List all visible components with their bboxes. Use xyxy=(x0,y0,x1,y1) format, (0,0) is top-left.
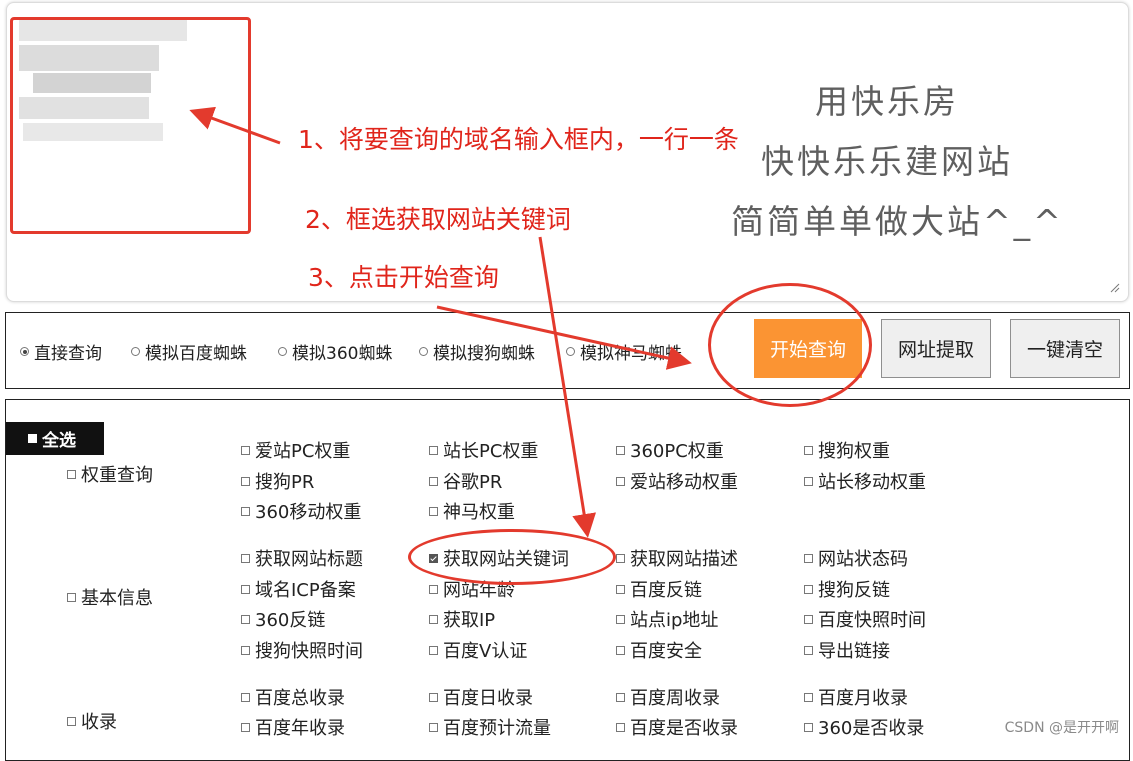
annotation-arrows xyxy=(189,106,692,538)
arrow-to-input xyxy=(189,106,281,145)
arrow-to-start xyxy=(436,305,692,370)
watermark: CSDN @是开开啊 xyxy=(1004,720,1119,736)
arrow-to-keyword xyxy=(538,236,597,538)
